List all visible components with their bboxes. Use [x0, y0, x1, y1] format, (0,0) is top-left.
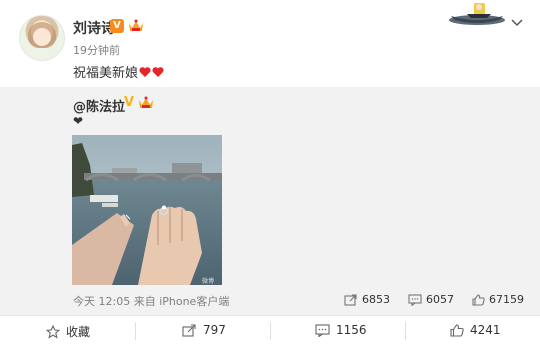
repost-button[interactable]: 797: [182, 323, 226, 337]
favorite-button[interactable]: 收藏: [46, 323, 90, 340]
comment-button[interactable]: 1156: [315, 323, 367, 337]
comment-count: 6057: [426, 293, 454, 306]
repost-count: 6853: [362, 293, 390, 306]
divider: [270, 322, 271, 340]
photo-watermark: 微博: [202, 278, 215, 285]
like-button[interactable]: 4241: [450, 323, 501, 337]
repost-icon: [344, 293, 357, 306]
avatar-face: [33, 28, 51, 46]
thumbs-up-icon: [450, 323, 464, 337]
original-repost-count[interactable]: 6853: [344, 293, 390, 306]
comment-icon: [315, 323, 330, 337]
verified-badge-icon: V: [110, 19, 124, 33]
repost-time-source[interactable]: 今天 12:05 来自 iPhone客户端: [73, 293, 229, 309]
original-comment-count[interactable]: 6057: [408, 293, 454, 306]
original-author-name[interactable]: @陈法拉: [73, 96, 125, 115]
like-action-count: 4241: [470, 323, 501, 337]
post-text-content: 祝福美新娘: [73, 66, 139, 81]
divider: [405, 322, 406, 340]
vip-crown-icon: [139, 96, 153, 108]
thumbs-up-icon: [472, 293, 485, 306]
favorite-label: 收藏: [66, 325, 91, 339]
boat-decoration-icon: [449, 3, 505, 25]
verified-v-icon: V: [124, 95, 135, 110]
post-text: 祝福美新娘: [73, 62, 164, 81]
author-name[interactable]: 刘诗诗: [73, 18, 115, 38]
like-count: 67159: [489, 293, 524, 306]
red-heart-icon: [152, 67, 164, 77]
repost-action-count: 797: [203, 323, 226, 337]
original-like-count[interactable]: 67159: [472, 293, 524, 306]
chevron-down-icon[interactable]: [511, 17, 523, 27]
star-icon: [46, 324, 60, 339]
divider: [135, 322, 136, 340]
comment-icon: [408, 293, 422, 306]
red-heart-icon: [139, 67, 151, 77]
post-time[interactable]: 19分钟前: [73, 42, 120, 58]
comment-action-count: 1156: [336, 323, 367, 337]
vip-crown-icon: [129, 19, 143, 31]
repost-icon: [182, 323, 196, 337]
original-post-text: ❤: [73, 114, 84, 128]
post-photo[interactable]: [72, 135, 222, 285]
author-avatar[interactable]: [19, 15, 65, 61]
